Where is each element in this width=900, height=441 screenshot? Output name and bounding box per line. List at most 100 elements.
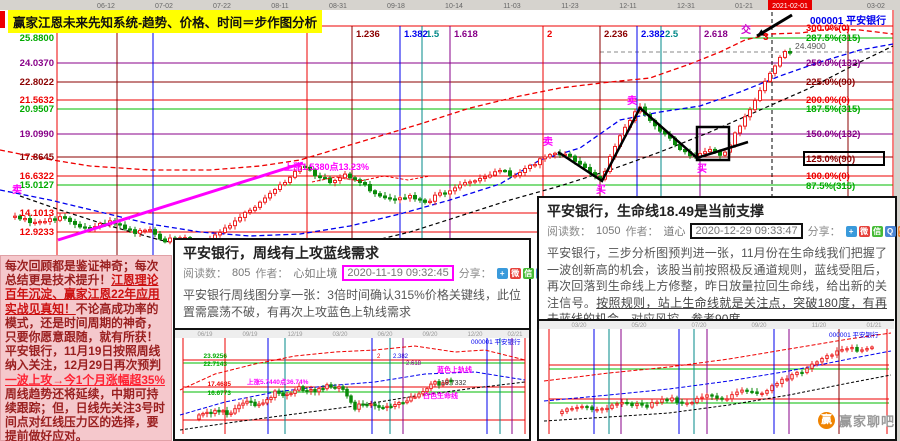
popup-weekly-title: 平安银行，周线有上攻蓝线需求 <box>183 243 521 263</box>
svg-text:09/19: 09/19 <box>242 332 258 338</box>
left-red-mark-icon <box>0 11 5 28</box>
svg-text:1.236: 1.236 <box>356 29 380 40</box>
popup-daily-title: 平安银行，生命线18.49是当前支撑 <box>547 201 887 221</box>
svg-text:2.236: 2.236 <box>604 29 628 40</box>
chart-rect <box>539 321 894 329</box>
svg-text:12-11: 12-11 <box>619 3 636 10</box>
popup-daily-body: 平安银行，三步分析图预判进一张，11月份在生命线我们把握了一波创新高的机会，该股… <box>547 245 887 328</box>
svg-text:1.382: 1.382 <box>404 29 428 40</box>
svg-text:23.9256: 23.9256 <box>204 353 228 360</box>
svg-text:000001 平安银行: 000001 平安银行 <box>471 337 521 346</box>
popup-weekly-body: 平安银行周线图分享一张：3倍时间确认315%价格关键线，此位置需震荡不破，有再次… <box>183 287 521 320</box>
svg-text:22.8022: 22.8022 <box>20 77 54 88</box>
publish-date: 2020-11-19 09:32:45 <box>342 265 453 281</box>
svg-text:09/20: 09/20 <box>751 323 767 329</box>
popup-daily-meta: 阅读数：1050 作者：道心 2020-12-29 09:33:47 分享： +… <box>547 223 887 239</box>
svg-text:卖: 卖 <box>543 135 553 148</box>
svg-text:上涨5.7440点36.74%: 上涨5.7440点36.74% <box>247 377 309 386</box>
site-watermark: 赢 赢家聊吧 <box>818 411 895 430</box>
svg-text:06/19: 06/19 <box>197 332 213 338</box>
svg-text:12/19: 12/19 <box>287 332 303 338</box>
analyst-commentary-panel: 每次回顾都是鉴证神奇；每次总结更是技术提升！江恩理论百年沉淀、赢家江恩22年应用… <box>0 255 172 441</box>
wechat-icon[interactable]: 信 <box>872 226 883 237</box>
svg-text:07/20: 07/20 <box>691 323 707 329</box>
svg-text:卖: 卖 <box>12 183 22 196</box>
svg-text:22.7143: 22.7143 <box>204 361 228 368</box>
svg-text:12.9233: 12.9233 <box>20 227 54 238</box>
svg-text:12/20: 12/20 <box>467 332 483 338</box>
watermark-text: 赢家聊吧 <box>839 411 895 430</box>
svg-text:15.0127: 15.0127 <box>20 180 54 191</box>
svg-text:2021-02-01: 2021-02-01 <box>772 3 808 10</box>
svg-text:06-12: 06-12 <box>97 3 115 10</box>
svg-text:02/21: 02/21 <box>507 332 523 338</box>
svg-text:125.0%(90): 125.0%(90) <box>806 154 855 165</box>
svg-text:16.6773: 16.6773 <box>208 390 232 397</box>
svg-text:09/20: 09/20 <box>422 332 438 338</box>
svg-text:17.4685: 17.4685 <box>208 381 232 388</box>
svg-text:000001 平安银行: 000001 平安银行 <box>810 14 886 27</box>
author-label: 作者： <box>255 265 288 281</box>
svg-text:1.618: 1.618 <box>454 29 478 40</box>
svg-text:24.4900: 24.4900 <box>795 41 826 51</box>
svg-text:17.8645: 17.8645 <box>20 152 55 163</box>
svg-text:卖: 卖 <box>627 94 637 107</box>
popup-daily-analysis: 平安银行，生命线18.49是当前支撑 阅读数：1050 作者：道心 2020-1… <box>537 196 897 441</box>
title-banner: 赢家江恩未来先知系统-趋势、价格、时间＝步作图分析 <box>8 10 322 33</box>
svg-text:03/20: 03/20 <box>332 332 348 338</box>
svg-text:10-14: 10-14 <box>445 3 463 10</box>
svg-text:150.0%(132): 150.0%(132) <box>806 129 860 140</box>
svg-text:03-02: 03-02 <box>867 3 885 10</box>
svg-text:05/20: 05/20 <box>631 323 647 329</box>
svg-text:225.0%(90): 225.0%(90) <box>806 77 855 88</box>
popup-weekly-analysis: 平安银行，周线有上攻蓝线需求 阅读数：805 作者：心如止境 2020-11-1… <box>173 238 531 441</box>
svg-text:11/20: 11/20 <box>812 323 827 329</box>
svg-text:07-02: 07-02 <box>155 3 173 10</box>
svg-text:18.7332: 18.7332 <box>441 380 466 387</box>
svg-text:2.5: 2.5 <box>665 29 679 40</box>
text-segment: 周线趋势还将延续，中期可持续跟踪；但，日线先关注3号时间点对红线压力区的选择，要… <box>5 387 165 441</box>
text-segment: 一波上攻→今1个月涨幅超35% <box>5 373 165 387</box>
svg-text:20.9507: 20.9507 <box>20 104 54 115</box>
svg-text:24.0370: 24.0370 <box>20 58 54 69</box>
svg-text:25.8800: 25.8800 <box>20 33 54 44</box>
reads-label: 阅读数： <box>547 223 591 239</box>
svg-text:2.382: 2.382 <box>641 29 665 40</box>
gann-analysis-app: 06-1207-0207-2208-1108-3109-1810-1411-03… <box>0 0 900 441</box>
svg-text:87.5%(315): 87.5%(315) <box>806 181 855 192</box>
svg-text:2.618: 2.618 <box>406 361 422 367</box>
svg-text:3: 3 <box>763 32 769 43</box>
svg-text:蓝色上轨线: 蓝色上轨线 <box>437 365 472 374</box>
svg-text:2.382: 2.382 <box>393 354 409 360</box>
svg-text:08-31: 08-31 <box>329 3 347 10</box>
qq-icon[interactable]: Q <box>885 226 896 237</box>
svg-text:187.5%(315): 187.5%(315) <box>806 104 860 115</box>
svg-text:买: 买 <box>596 184 606 196</box>
wechat-icon[interactable]: 信 <box>523 268 534 279</box>
publish-date: 2020-12-29 09:33:47 <box>690 223 802 239</box>
svg-text:12-31: 12-31 <box>677 3 695 10</box>
weekly-mini-chart: 06/19 09/19 12/19 03/20 06/20 09/20 12/20 02/21… <box>175 330 529 434</box>
weibo-icon[interactable]: 微 <box>510 268 521 279</box>
share-plus-icon[interactable]: + <box>497 268 508 279</box>
author-name: 道心 <box>663 223 685 239</box>
svg-text:03/20: 03/20 <box>571 323 587 329</box>
reads-count: 1050 <box>596 225 620 237</box>
popup-weekly-meta: 阅读数：805 作者：心如止境 2020-11-19 09:32:45 分享： … <box>183 265 521 281</box>
weibo-icon[interactable]: 微 <box>859 226 870 237</box>
svg-text:1.5: 1.5 <box>426 29 440 40</box>
svg-text:交: 交 <box>741 23 751 36</box>
svg-text:08-11: 08-11 <box>271 3 288 10</box>
svg-text:上涨1.5380点13.23%: 上涨1.5380点13.23% <box>284 161 369 172</box>
svg-text:09-18: 09-18 <box>387 3 405 10</box>
svg-text:14.1013: 14.1013 <box>20 208 54 219</box>
svg-text:白色生命线: 白色生命线 <box>423 391 458 400</box>
svg-text:06/20: 06/20 <box>377 332 393 338</box>
svg-text:19.0990: 19.0990 <box>20 129 54 140</box>
share-plus-icon[interactable]: + <box>846 226 857 237</box>
reads-label: 阅读数： <box>183 265 227 281</box>
reads-count: 805 <box>232 267 250 279</box>
svg-text:11-23: 11-23 <box>561 3 578 10</box>
svg-text:2: 2 <box>547 29 552 40</box>
svg-text:01-21: 01-21 <box>735 3 753 10</box>
